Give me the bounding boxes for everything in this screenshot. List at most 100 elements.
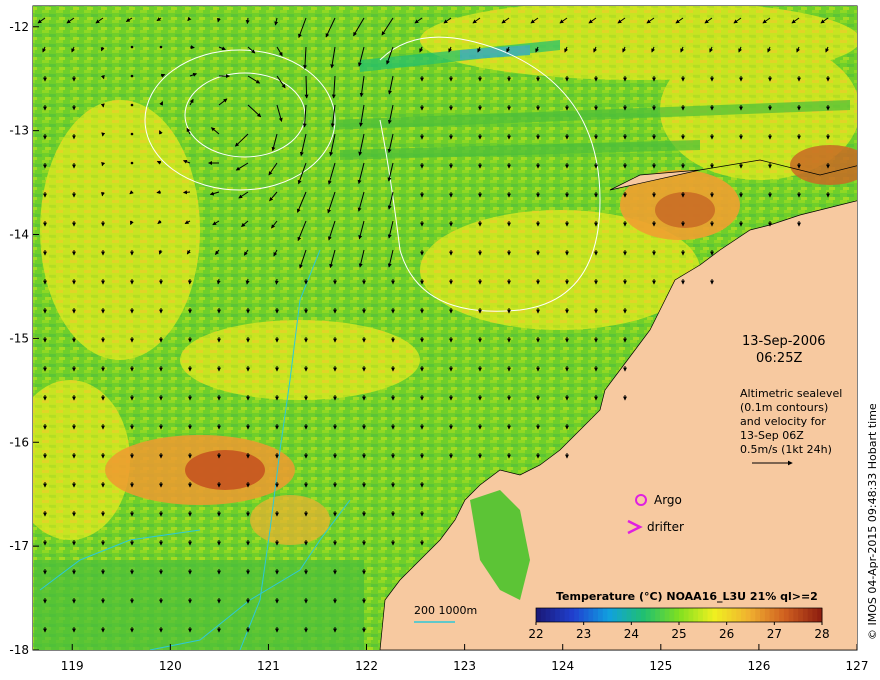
velocity-arrow (182, 190, 191, 195)
velocity-arrow (274, 278, 279, 285)
x-tick-label: 120 (159, 659, 182, 673)
velocity-dot (130, 74, 134, 78)
colorbar-swatch (640, 608, 647, 622)
colorbar-swatch (812, 608, 818, 622)
colorbar-swatch (712, 608, 718, 622)
colorbar-swatch (555, 608, 561, 622)
colorbar-swatch (559, 608, 566, 622)
x-tick-label: 121 (257, 659, 280, 673)
colorbar-swatch (721, 608, 728, 622)
x-tick-label: 124 (551, 659, 574, 673)
colorbar-swatch (788, 608, 794, 622)
colorbar-swatch (664, 608, 670, 622)
y-tick-label: -17 (9, 539, 29, 553)
velocity-arrow (100, 191, 105, 197)
colorbar-tick-label: 26 (719, 627, 734, 641)
colorbar-swatch (740, 608, 747, 622)
colorbar-swatch (793, 608, 799, 622)
colorbar-swatch (769, 608, 775, 622)
colorbar-swatch (707, 608, 713, 622)
colorbar-swatch (736, 608, 742, 622)
velocity-arrow (304, 75, 309, 99)
colorbar-swatch (755, 608, 761, 622)
colorbar-swatch (593, 608, 599, 622)
colorbar-swatch (750, 608, 756, 622)
x-tick-label: 125 (649, 659, 672, 673)
altimetry-line-2: (0.1m contours) (740, 401, 828, 414)
drifter-label: drifter (647, 520, 684, 534)
x-tick-label: 122 (355, 659, 378, 673)
colorbar-swatch (564, 608, 570, 622)
colorbar-swatch (802, 608, 809, 622)
colorbar-swatch (807, 608, 813, 622)
velocity-dot (159, 45, 163, 49)
colorbar-swatch (717, 608, 723, 622)
colorbar-swatch (607, 608, 613, 622)
y-tick-label: -13 (9, 124, 29, 138)
colorbar-title: Temperature (°C) NOAA16_L3U 21% ql>=2 (556, 590, 818, 603)
velocity-dot (130, 161, 134, 165)
colorbar-tick-label: 27 (767, 627, 782, 641)
colorbar-swatch (798, 608, 804, 622)
colorbar-swatch (612, 608, 618, 622)
colorbar-swatch (636, 608, 642, 622)
colorbar-swatch (764, 608, 771, 622)
velocity-dot (130, 45, 134, 49)
colorbar-swatch (779, 608, 785, 622)
altimetry-line-4: 13-Sep 06Z (740, 429, 804, 442)
x-tick-label: 127 (846, 659, 869, 673)
colorbar-swatch (693, 608, 699, 622)
y-tick-label: -12 (9, 20, 29, 34)
sst-map-figure: Argo drifter 13-Sep-2006 06:25Z Altimetr… (9, 5, 869, 673)
colorbar-swatch (545, 608, 551, 622)
argo-label: Argo (654, 493, 682, 507)
colorbar-swatch (645, 608, 651, 622)
y-tick-label: -14 (9, 228, 29, 242)
colorbar-swatch (588, 608, 594, 622)
y-tick-label: -18 (9, 643, 29, 657)
colorbar-swatch (626, 608, 632, 622)
colorbar-swatch (726, 608, 732, 622)
time-label: 06:25Z (756, 351, 802, 366)
altimetry-line-3: and velocity for (740, 415, 826, 428)
colorbar-swatch (602, 608, 608, 622)
colorbar-swatch (659, 608, 666, 622)
colorbar-swatch (731, 608, 737, 622)
colorbar-swatch (540, 608, 547, 622)
colorbar-swatch (655, 608, 661, 622)
colorbar-swatch (583, 608, 589, 622)
altimetry-line-5: 0.5m/s (1kt 24h) (740, 443, 832, 456)
colorbar-swatch (650, 608, 656, 622)
colorbar-swatch (783, 608, 790, 622)
colorbar-swatch (698, 608, 704, 622)
velocity-arrow (156, 190, 162, 195)
colorbar-tick-label: 25 (671, 627, 686, 641)
x-tick-label: 119 (61, 659, 84, 673)
y-tick-label: -15 (9, 331, 29, 345)
colorbar-swatch (536, 608, 542, 622)
colorbar-swatch (597, 608, 604, 622)
colorbar-swatch (569, 608, 575, 622)
date-label: 13-Sep-2006 (742, 334, 826, 349)
colorbar-swatch (683, 608, 690, 622)
colorbar-swatch (760, 608, 766, 622)
colorbar-swatch (621, 608, 628, 622)
credit-text: © IMOS 04-Apr-2015 09:48:33 Hobart time (866, 403, 879, 640)
colorbar-swatch (574, 608, 580, 622)
colorbar-swatch (774, 608, 780, 622)
velocity-dot (130, 132, 134, 136)
colorbar-swatch (669, 608, 675, 622)
depth-label: 200 1000m (414, 604, 477, 617)
x-tick-label: 126 (747, 659, 770, 673)
altimetry-line-1: Altimetric sealevel (740, 387, 842, 400)
colorbar-swatch (679, 608, 685, 622)
velocity-dot (130, 103, 134, 107)
colorbar-tick-label: 28 (814, 627, 829, 641)
colorbar-tick-label: 23 (576, 627, 591, 641)
colorbar-swatch (745, 608, 751, 622)
colorbar-swatch (550, 608, 556, 622)
colorbar-swatch (631, 608, 637, 622)
colorbar (535, 607, 823, 623)
colorbar-swatch (702, 608, 709, 622)
colorbar-tick-label: 24 (624, 627, 639, 641)
